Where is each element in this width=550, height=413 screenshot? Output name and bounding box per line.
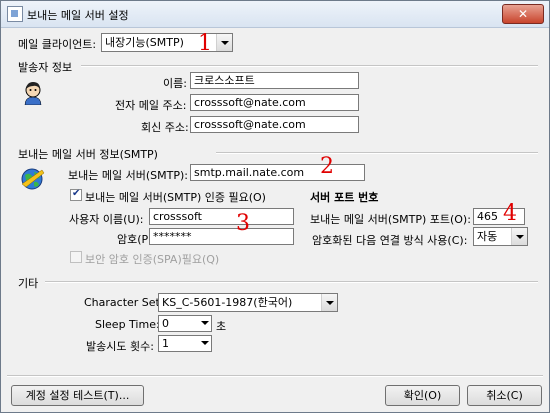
smtp-auth-label: 보내는 메일 서버(SMTP) 인증 필요(O) — [85, 191, 266, 204]
username-label: 사용자 이름(U): — [69, 213, 144, 226]
sleep-unit-label: 초 — [216, 320, 227, 333]
globe-icon — [20, 167, 46, 191]
charset-value: KS_C-5601-1987(한국어) — [162, 296, 293, 309]
sleep-time-label: Sleep Time: — [95, 318, 160, 331]
username-input[interactable]: crosssoft — [149, 208, 294, 225]
annotation-2: 2 — [320, 154, 334, 179]
encryption-select[interactable]: 자동 — [473, 227, 528, 246]
annotation-3: 3 — [236, 211, 250, 236]
cancel-button[interactable]: 취소(C) — [467, 385, 542, 406]
app-icon — [7, 6, 23, 22]
mail-client-select[interactable]: 내장기능(SMTP) — [101, 33, 233, 52]
chevron-down-icon — [511, 228, 527, 245]
smtp-group-title: 보내는 메일 서버 정보(SMTP) — [18, 148, 158, 161]
retry-count-label: 발송시도 횟수: — [86, 340, 154, 353]
retry-count-value: 1 — [162, 337, 169, 350]
sender-group-title: 발송자 정보 — [18, 61, 73, 74]
sleep-time-select[interactable]: 0 — [158, 315, 212, 332]
sender-email-input[interactable]: crosssoft@nate.com — [190, 94, 359, 111]
test-account-button[interactable]: 계정 설정 테스트(T)... — [11, 385, 144, 406]
smtp-port-input[interactable]: 465 — [473, 208, 525, 225]
chevron-down-icon — [321, 294, 337, 311]
server-port-heading: 서버 포트 번호 — [310, 191, 379, 204]
window-title: 보내는 메일 서버 설정 — [27, 9, 129, 22]
smtp-server-label: 보내는 메일 서버(SMTP): — [68, 169, 188, 182]
smtp-auth-checkbox[interactable] — [70, 188, 82, 201]
sender-divider — [81, 65, 538, 67]
ok-button[interactable]: 확인(O) — [385, 385, 460, 406]
chevron-down-icon — [216, 34, 232, 51]
retry-count-select[interactable]: 1 — [158, 335, 212, 352]
mail-client-value: 내장기능(SMTP) — [105, 36, 184, 49]
user-avatar-icon — [22, 81, 44, 106]
reply-address-label: 회신 주소: — [141, 121, 189, 134]
mail-client-label: 메일 클라이언트: — [18, 38, 97, 51]
etc-group-title: 기타 — [18, 277, 39, 290]
smtp-server-input[interactable]: smtp.mail.nate.com — [190, 164, 365, 181]
password-input[interactable]: ******* — [149, 228, 294, 245]
chevron-down-icon — [201, 341, 209, 345]
smtp-port-label: 보내는 메일 서버(SMTP) 포트(O): — [310, 213, 471, 226]
spa-checkbox[interactable] — [70, 251, 82, 263]
charset-select[interactable]: KS_C-5601-1987(한국어) — [158, 293, 338, 312]
sender-name-label: 이름: — [163, 77, 187, 90]
annotation-4: 4 — [503, 201, 517, 226]
dialog-window: 보내는 메일 서버 설정 ✕ 메일 클라이언트: 내장기능(SMTP) 1 발송… — [0, 0, 550, 413]
etc-divider — [45, 281, 538, 283]
sender-email-label: 전자 메일 주소: — [115, 99, 187, 112]
title-bar: 보내는 메일 서버 설정 ✕ — [1, 1, 549, 28]
chevron-down-icon — [201, 321, 209, 325]
annotation-1: 1 — [198, 31, 212, 56]
smtp-divider — [216, 152, 538, 154]
close-button[interactable]: ✕ — [502, 4, 544, 24]
reply-address-input[interactable]: crosssoft@nate.com — [190, 116, 359, 133]
encryption-label: 암호화된 다음 연결 방식 사용(C): — [312, 234, 468, 247]
footer-divider — [7, 375, 543, 377]
sender-name-input[interactable]: 크로스소프트 — [190, 72, 359, 89]
charset-label: Character Set: — [84, 296, 164, 309]
encryption-value: 자동 — [477, 230, 498, 243]
spa-label: 보안 암호 인증(SPA)필요(Q) — [85, 253, 220, 266]
sleep-time-value: 0 — [162, 317, 169, 330]
